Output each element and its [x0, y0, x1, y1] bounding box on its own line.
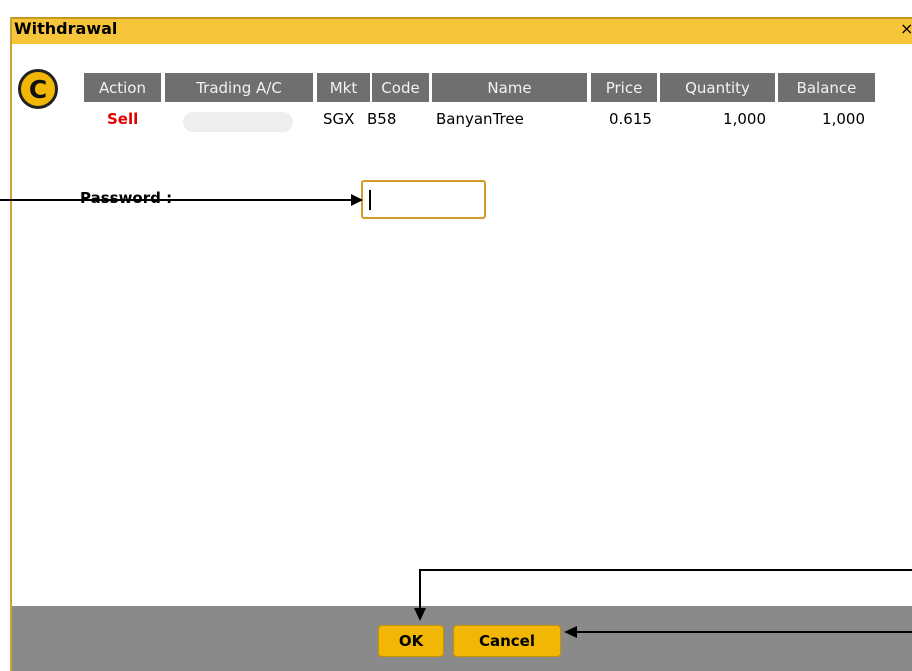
ok-arrow-head [414, 608, 426, 621]
withdrawal-dialog: Withdrawal × C Action Trading A/C Mkt Co… [0, 0, 912, 671]
ok-arrow-line [419, 569, 912, 608]
annotation-arrows [0, 194, 912, 638]
password-arrow-head [351, 194, 363, 206]
cancel-arrow-head [564, 626, 577, 638]
